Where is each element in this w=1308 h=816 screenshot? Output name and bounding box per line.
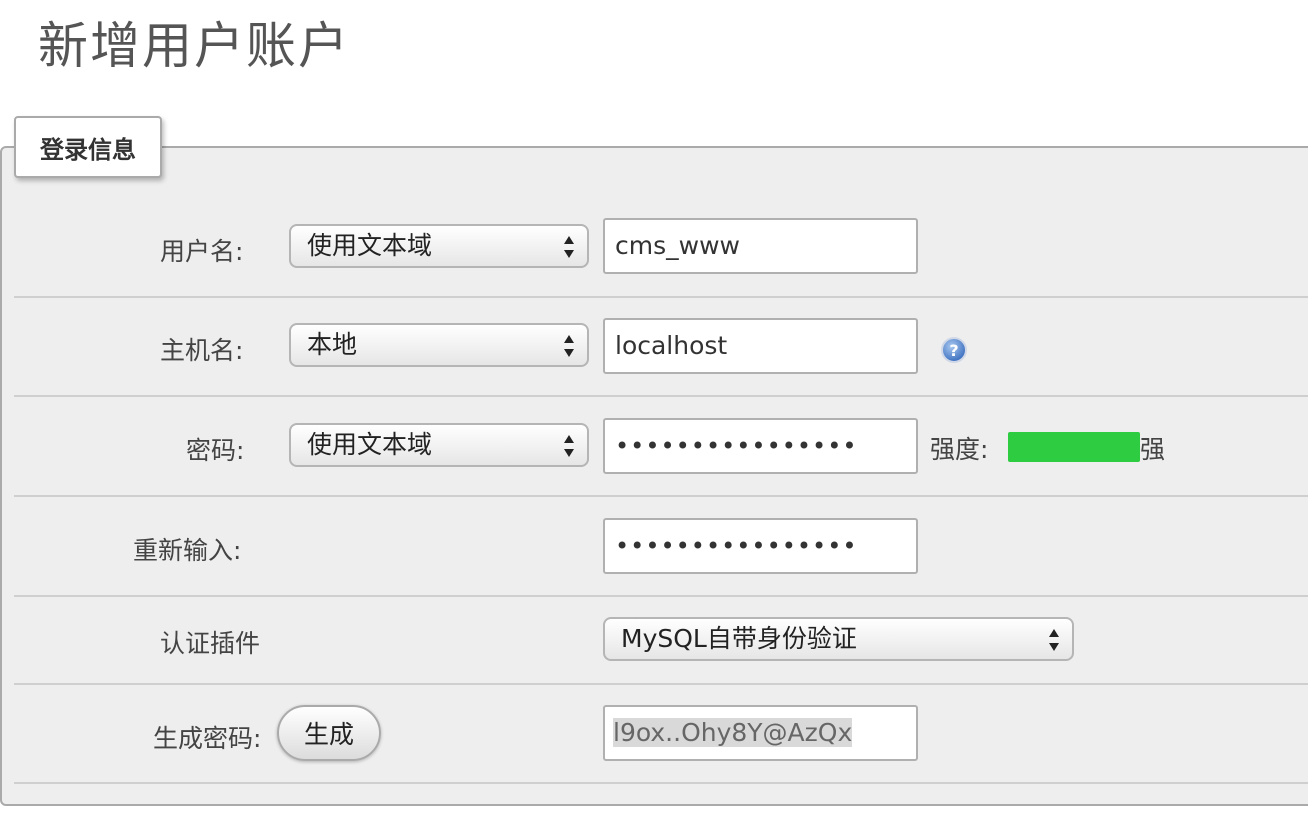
generated-password-field[interactable]: l9ox..Ohy8Y@AzQx <box>603 705 918 761</box>
strength-label: 强度: <box>930 435 989 464</box>
select-arrows-icon <box>1049 629 1059 651</box>
password-label: 密码: <box>186 436 245 465</box>
reenter-label: 重新输入: <box>133 536 242 565</box>
username-label: 用户名: <box>160 237 244 266</box>
reenter-password-input[interactable]: •••••••••••••••• <box>603 518 918 574</box>
username-select-value: 使用文本域 <box>307 231 433 260</box>
generate-button[interactable]: 生成 <box>277 705 381 761</box>
password-type-select[interactable]: 使用文本域 <box>289 423 589 467</box>
svg-text:?: ? <box>949 341 958 360</box>
auth-plugin-select[interactable]: MySQL自带身份验证 <box>603 617 1074 661</box>
auth-plugin-label: 认证插件 <box>160 629 261 658</box>
hostname-type-select[interactable]: 本地 <box>289 323 589 367</box>
password-input[interactable]: •••••••••••••••• <box>603 418 918 474</box>
generate-password-label: 生成密码: <box>153 724 262 753</box>
strength-meter-fill <box>1008 432 1140 462</box>
username-input[interactable]: cms_www <box>603 218 918 274</box>
fieldset-legend: 登录信息 <box>14 116 162 178</box>
help-icon[interactable]: ? <box>940 336 968 364</box>
password-strength-meter <box>1008 432 1140 462</box>
select-arrows-icon <box>564 435 574 457</box>
hostname-input[interactable]: localhost <box>603 318 918 374</box>
hostname-label: 主机名: <box>160 336 244 365</box>
select-arrows-icon <box>564 335 574 357</box>
auth-plugin-select-value: MySQL自带身份验证 <box>621 624 857 653</box>
strength-text: 强 <box>1140 435 1166 464</box>
username-type-select[interactable]: 使用文本域 <box>289 224 589 268</box>
select-arrows-icon <box>564 236 574 258</box>
hostname-select-value: 本地 <box>307 330 358 359</box>
password-select-value: 使用文本域 <box>307 430 433 459</box>
page-title: 新增用户账户 <box>38 17 350 75</box>
generated-password-value: l9ox..Ohy8Y@AzQx <box>613 718 853 747</box>
